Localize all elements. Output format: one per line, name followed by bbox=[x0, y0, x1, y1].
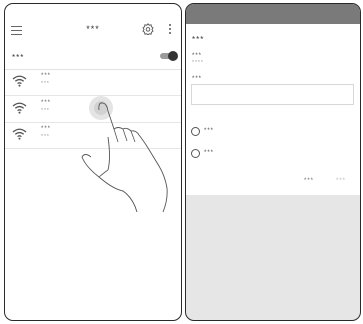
dialog-primary-button[interactable]: *** bbox=[304, 178, 314, 184]
network-name: *** bbox=[41, 100, 52, 106]
text-input[interactable] bbox=[191, 84, 354, 105]
add-network-dialog: *** *** **** *** *** *** *** *** bbox=[186, 24, 360, 195]
dialog-title: *** bbox=[192, 35, 205, 44]
radio-icon[interactable] bbox=[191, 127, 200, 136]
wifi-icon bbox=[12, 102, 27, 114]
network-name: *** bbox=[41, 126, 52, 132]
status-bar bbox=[186, 4, 360, 24]
wifi-toggle-row: *** bbox=[5, 49, 181, 70]
more-vert-icon[interactable] bbox=[168, 24, 172, 36]
network-item[interactable]: *** *** bbox=[5, 69, 181, 96]
page-title: *** bbox=[86, 24, 100, 34]
wifi-icon bbox=[12, 75, 27, 87]
gear-icon[interactable] bbox=[142, 23, 154, 35]
radio-option-label: *** bbox=[204, 128, 215, 134]
network-status: *** bbox=[41, 108, 50, 114]
network-status: *** bbox=[41, 134, 50, 140]
field-label: *** bbox=[192, 53, 203, 59]
toggle-label: *** bbox=[12, 53, 25, 62]
network-status: *** bbox=[41, 81, 50, 87]
left-phone: *** *** *** *** *** *** *** *** bbox=[4, 3, 182, 321]
network-name: *** bbox=[41, 73, 52, 79]
field-value: **** bbox=[192, 60, 204, 66]
dialog-secondary-button[interactable]: *** bbox=[336, 178, 346, 184]
wifi-toggle-switch[interactable] bbox=[160, 51, 178, 61]
top-bar: *** bbox=[5, 4, 181, 50]
radio-icon[interactable] bbox=[191, 149, 200, 158]
radio-option-label: *** bbox=[204, 150, 215, 156]
wifi-icon bbox=[12, 128, 27, 140]
right-phone: *** *** **** *** *** *** *** *** bbox=[185, 3, 361, 321]
hand-pointer-icon bbox=[81, 96, 168, 213]
input-label: *** bbox=[192, 76, 203, 82]
